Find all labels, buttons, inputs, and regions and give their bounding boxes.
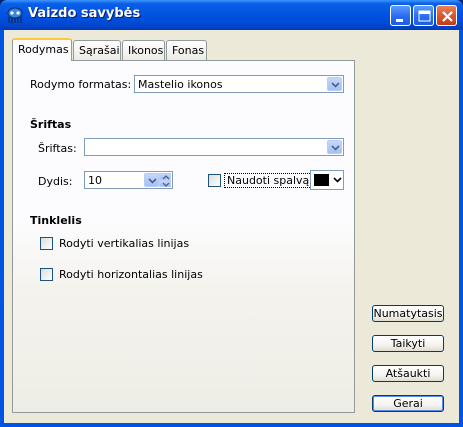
tab-panel-rodymas: Rodymo formatas: Mastelio ikonos Šriftas… [12, 60, 355, 413]
display-format-select[interactable]: Mastelio ikonos [134, 75, 344, 93]
chevron-down-icon [333, 177, 342, 183]
display-format-value: Mastelio ikonos [138, 78, 223, 91]
tab-sarasai[interactable]: Sąrašai [73, 40, 121, 60]
size-value: 10 [88, 174, 102, 187]
size-label: Dydis: [38, 175, 73, 188]
fonts-section-title: Šriftas [30, 118, 72, 131]
color-picker-button[interactable] [310, 170, 344, 190]
chevron-down-icon [331, 145, 340, 151]
tab-ikonos[interactable]: Ikonos [122, 40, 165, 60]
tab-label: Rodymas [18, 43, 69, 56]
tab-label: Fonas [172, 44, 205, 57]
close-icon [442, 11, 453, 22]
tab-fonas[interactable]: Fonas [166, 40, 207, 60]
grid-section-title: Tinklelis [30, 214, 82, 227]
properties-window: Vaizdo savybės Rodymas Sąrašai Ikonos Fo… [0, 0, 463, 427]
use-color-checkbox[interactable] [208, 174, 221, 187]
minimize-icon [396, 19, 403, 22]
horizontal-lines-checkbox[interactable] [40, 268, 53, 281]
display-format-label: Rodymo formatas: [30, 78, 132, 91]
tab-label: Sąrašai [79, 44, 120, 57]
color-swatch [314, 174, 329, 186]
close-button[interactable] [436, 5, 457, 26]
size-spinner[interactable]: 10 [84, 171, 173, 189]
horizontal-lines-label[interactable]: Rodyti horizontalias linijas [59, 268, 203, 281]
minimize-button[interactable] [390, 5, 411, 26]
title-bar[interactable]: Vaizdo savybės [0, 0, 463, 30]
tab-label: Ikonos [128, 44, 164, 57]
cancel-button[interactable]: Atšaukti [372, 365, 444, 382]
spin-up-button[interactable] [159, 173, 171, 180]
chevron-down-icon [148, 178, 157, 184]
vertical-lines-checkbox[interactable] [40, 237, 53, 250]
app-icon [6, 6, 24, 24]
chevron-down-icon [331, 82, 340, 88]
size-dropdown-button[interactable] [144, 173, 159, 187]
vertical-lines-label[interactable]: Rodyti vertikalias linijas [59, 237, 189, 250]
maximize-icon [418, 10, 431, 22]
chevron-down-icon [162, 182, 170, 187]
font-label: Šriftas: [38, 142, 77, 155]
maximize-button[interactable] [413, 5, 434, 26]
defaults-button[interactable]: Numatytasis [372, 305, 444, 322]
ok-button[interactable]: Gerai [372, 395, 444, 412]
spin-down-button[interactable] [159, 180, 171, 187]
apply-button[interactable]: Taikyti [372, 335, 444, 352]
tab-rodymas[interactable]: Rodymas [12, 38, 72, 61]
dropdown-button[interactable] [327, 140, 342, 154]
window-title: Vaizdo savybės [28, 6, 141, 21]
font-select[interactable] [84, 138, 344, 156]
use-color-label[interactable]: Naudoti spalvą [224, 173, 313, 188]
dropdown-button[interactable] [327, 77, 342, 91]
dialog-body: Rodymas Sąrašai Ikonos Fonas Rodymo form… [4, 30, 459, 423]
